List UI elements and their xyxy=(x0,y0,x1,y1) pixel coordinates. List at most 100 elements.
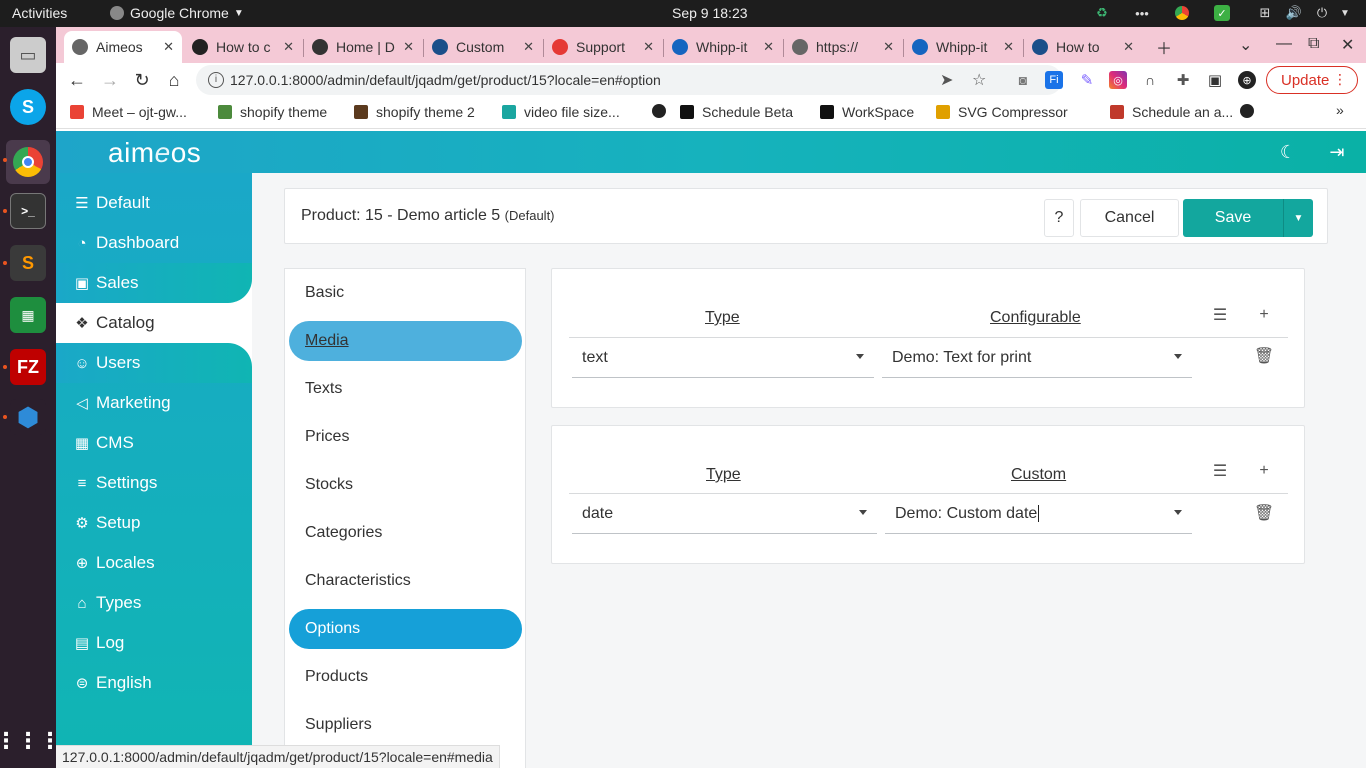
sidebar-item-log[interactable]: ▤ Log xyxy=(56,623,252,663)
minimize-icon[interactable]: — xyxy=(1276,35,1292,53)
bookmark-6[interactable]: Schedule Beta xyxy=(680,104,793,120)
chrome-dock-icon[interactable] xyxy=(6,140,50,184)
more-bookmarks-icon[interactable]: » xyxy=(1336,102,1344,118)
section-tab-stocks[interactable]: Stocks xyxy=(289,465,522,505)
sidebar-item-dashboard[interactable]: ◔ Dashboard xyxy=(56,223,252,263)
forward-button[interactable]: → xyxy=(99,69,121,91)
extensions-icon[interactable]: ✚ xyxy=(1174,71,1192,89)
check-tray-icon[interactable]: ✓ xyxy=(1213,4,1231,22)
sidebar-item-locales[interactable]: ⊕ Locales xyxy=(56,543,252,583)
close-icon[interactable]: ✕ xyxy=(883,39,894,55)
volume-icon[interactable]: 🔊 xyxy=(1285,4,1303,22)
profile-avatar-icon[interactable]: ⊕ xyxy=(1238,71,1256,89)
list-icon[interactable]: ☰ xyxy=(1211,462,1229,480)
tab-1[interactable]: Aimeos ✕ xyxy=(64,31,182,63)
close-icon[interactable]: ✕ xyxy=(1123,39,1134,55)
sidepanel-icon[interactable]: ▣ xyxy=(1206,71,1224,89)
add-icon[interactable]: + xyxy=(1255,462,1273,480)
save-button[interactable]: Save xyxy=(1183,199,1283,237)
chevron-down-icon[interactable]: ▼ xyxy=(1336,4,1354,22)
moon-icon[interactable]: ☾ xyxy=(1277,141,1299,163)
sidebar-item-catalog[interactable]: ❖ Catalog xyxy=(56,303,252,343)
close-icon[interactable]: ✕ xyxy=(163,39,174,55)
app-network-icon[interactable]: ⬢ xyxy=(10,399,46,435)
bookmark-9[interactable]: Schedule an a... xyxy=(1110,104,1233,120)
sidebar-item-types[interactable]: ⌂ Types xyxy=(56,583,252,623)
update-button[interactable]: Update ⋮ xyxy=(1266,66,1358,94)
sidebar-item-cms[interactable]: ▦ CMS xyxy=(56,423,252,463)
section-tab-basic[interactable]: Basic xyxy=(289,273,522,313)
home-button[interactable]: ⌂ xyxy=(163,69,185,91)
attribute-select[interactable]: Demo: Text for print xyxy=(882,338,1192,378)
attribute-select[interactable]: Demo: Custom date xyxy=(885,494,1192,534)
magnet-ext-icon[interactable]: ∩ xyxy=(1141,71,1159,89)
save-options-button[interactable]: ▼ xyxy=(1283,199,1313,237)
help-button[interactable]: ? xyxy=(1044,199,1074,237)
column-header-configurable[interactable]: Configurable xyxy=(990,309,1081,327)
address-bar[interactable]: i 127.0.0.1:8000/admin/default/jqadm/get… xyxy=(196,65,1062,95)
column-header-type[interactable]: Type xyxy=(706,466,741,484)
close-icon[interactable]: ✕ xyxy=(763,39,774,55)
bookmark-10[interactable] xyxy=(1240,104,1262,118)
type-select[interactable]: text xyxy=(572,338,874,378)
files-icon[interactable]: ▭ xyxy=(10,37,46,73)
section-tab-categories[interactable]: Categories xyxy=(289,513,522,553)
more-icon[interactable]: ••• xyxy=(1133,4,1151,22)
network-icon[interactable]: ⊞ xyxy=(1256,4,1274,22)
site-info-icon[interactable]: i xyxy=(208,72,224,88)
list-icon[interactable]: ☰ xyxy=(1211,306,1229,324)
terminal-icon[interactable]: >_ xyxy=(10,193,46,229)
section-tab-texts[interactable]: Texts xyxy=(289,369,522,409)
reload-button[interactable]: ↻ xyxy=(131,69,153,91)
new-tab-button[interactable]: ＋ xyxy=(1156,35,1172,59)
app-menu[interactable]: Google Chrome ▼ xyxy=(110,5,244,21)
tab-6[interactable]: Whipp-it ✕ xyxy=(664,31,782,63)
section-tab-products[interactable]: Products xyxy=(289,657,522,697)
tab-4[interactable]: Custom ✕ xyxy=(424,31,542,63)
sidebar-item-default[interactable]: ☰ Default xyxy=(56,183,252,223)
chrome-tray-icon[interactable] xyxy=(1173,4,1191,22)
type-select[interactable]: date xyxy=(572,494,877,534)
sidebar-item-sales[interactable]: ▣ Sales xyxy=(56,263,252,303)
sidebar-item-settings[interactable]: ≡ Settings xyxy=(56,463,252,503)
tab-5[interactable]: Support ✕ xyxy=(544,31,662,63)
section-tab-prices[interactable]: Prices xyxy=(289,417,522,457)
section-tab-media[interactable]: Media xyxy=(289,321,522,361)
power-icon[interactable]: ⏻ xyxy=(1313,4,1331,22)
bookmark-1[interactable]: Meet – ojt-gw... xyxy=(70,104,187,120)
trash-icon[interactable]: 🗑 xyxy=(1254,347,1274,365)
clock[interactable]: Sep 9 18:23 xyxy=(672,5,748,21)
column-header-type[interactable]: Type xyxy=(705,309,740,327)
tab-3[interactable]: Home | D ✕ xyxy=(304,31,422,63)
show-apps-icon[interactable]: ⋮⋮⋮ xyxy=(0,723,61,759)
sidebar-item-setup[interactable]: ⚙ Setup xyxy=(56,503,252,543)
bookmark-3[interactable]: shopify theme 2 xyxy=(354,104,475,120)
instagram-ext-icon[interactable]: ◎ xyxy=(1109,71,1127,89)
back-button[interactable]: ← xyxy=(66,69,88,91)
address-url[interactable]: 127.0.0.1:8000/admin/default/jqadm/get/p… xyxy=(230,72,661,88)
close-icon[interactable]: ✕ xyxy=(403,39,414,55)
sidebar-item-users[interactable]: ☺ Users xyxy=(56,343,252,383)
recycle-icon[interactable]: ♻ xyxy=(1093,4,1111,22)
tab-search-icon[interactable]: ⌄ xyxy=(1239,35,1252,55)
bookmark-8[interactable]: SVG Compressor xyxy=(936,104,1068,120)
section-tab-characteristics[interactable]: Characteristics xyxy=(289,561,522,601)
pen-ext-icon[interactable]: ✎ xyxy=(1078,71,1096,89)
sidebar-item-marketing[interactable]: ◁ Marketing xyxy=(56,383,252,423)
activities-button[interactable]: Activities xyxy=(12,5,67,21)
camera-ext-icon[interactable]: ◙ xyxy=(1014,71,1032,89)
section-tab-options[interactable]: Options xyxy=(289,609,522,649)
aimeos-logo[interactable]: aimeos xyxy=(108,137,201,169)
tab-2[interactable]: How to c ✕ xyxy=(184,31,302,63)
close-icon[interactable]: ✕ xyxy=(283,39,294,55)
tab-9[interactable]: How to ✕ xyxy=(1024,31,1142,63)
bookmark-2[interactable]: shopify theme xyxy=(218,104,327,120)
close-icon[interactable]: ✕ xyxy=(523,39,534,55)
tab-8[interactable]: Whipp-it ✕ xyxy=(904,31,1022,63)
section-tab-suppliers[interactable]: Suppliers xyxy=(289,705,522,745)
bookmark-star-icon[interactable]: ☆ xyxy=(972,70,986,90)
close-icon[interactable]: ✕ xyxy=(643,39,654,55)
bookmark-5[interactable] xyxy=(652,104,674,118)
skype-icon[interactable]: S xyxy=(10,89,46,125)
trash-icon[interactable]: 🗑 xyxy=(1254,504,1274,522)
